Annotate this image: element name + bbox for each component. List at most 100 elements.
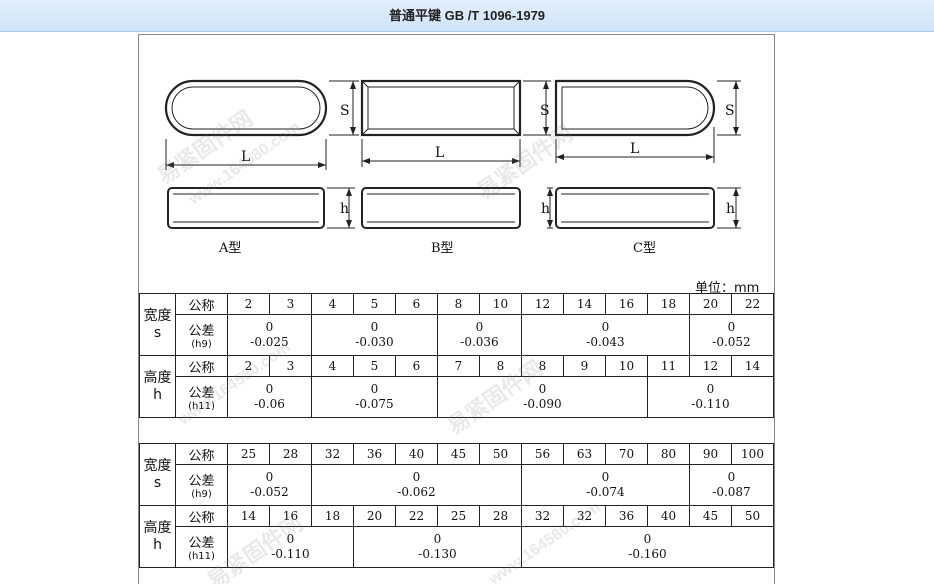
tolerance-cell: 0 -0.030	[311, 314, 438, 356]
table-cell: 8	[437, 293, 480, 315]
table-row: 宽度 s 公称 2 3 4 5 6 8 10 12 14 16 18 20 22	[139, 293, 774, 356]
dim-h-a: h	[340, 201, 349, 217]
dim-s-a: S	[340, 103, 350, 119]
tolerance-cell: 0 -0.130	[353, 526, 522, 568]
table-cell: 6	[395, 293, 438, 315]
height-h-label: 高度 h	[139, 505, 176, 568]
tolerance-cell: 0 -0.090	[437, 376, 648, 418]
table-cell: 40	[395, 443, 438, 465]
tolerance-cell: 0 -0.06	[227, 376, 312, 418]
tolerance-cell: 0 -0.087	[689, 464, 774, 506]
dim-l-c: L	[630, 141, 639, 157]
table-cell: 32	[311, 443, 354, 465]
table-cell: 18	[647, 293, 690, 315]
table-row: 公差 (h9) 0 -0.052 0 -0.062 0 -0.074 0 -0.087	[140, 464, 774, 506]
table-cell: 9	[563, 355, 606, 377]
table-row: 高度 h 公称 2 3 4 5 6 7 8 8 9 10 11 12 14	[139, 355, 774, 418]
table-cell: 25	[227, 443, 270, 465]
tolerance-cell: 0 -0.075	[311, 376, 438, 418]
tolerance-cell: 0 -0.025	[227, 314, 312, 356]
tolerance-cell: 0 -0.062	[311, 464, 522, 506]
table-cell: 50	[731, 505, 774, 527]
dim-h-b: h	[541, 201, 550, 217]
tolerance-cell: 0 -0.052	[227, 464, 312, 506]
table-cell: 45	[689, 505, 732, 527]
table-cell: 22	[731, 293, 774, 315]
tolerance-label: 公差 (h9)	[175, 464, 228, 506]
table-cell: 20	[689, 293, 732, 315]
table-row: 宽度 s 公称 25 28 32 36 40 45 50 56 63 70 80 …	[139, 443, 774, 506]
type-b-top-inner	[367, 86, 515, 130]
table-cell: 2	[227, 355, 270, 377]
table-cell: 12	[521, 293, 564, 315]
table-cell: 14	[563, 293, 606, 315]
table-cell: 100	[731, 443, 774, 465]
table-cell: 90	[689, 443, 732, 465]
table-cell: 10	[605, 355, 648, 377]
tolerance-cell: 0 -0.036	[437, 314, 522, 356]
tolerance-label: 公差 (h11)	[175, 376, 228, 418]
table-cell: 40	[647, 505, 690, 527]
table-cell: 28	[479, 505, 522, 527]
type-b-top-outline	[360, 79, 522, 137]
table-cell: 70	[605, 443, 648, 465]
nominal-label: 公称	[175, 505, 228, 527]
table-cell: 5	[353, 293, 396, 315]
tolerance-label: 公差 (h11)	[175, 526, 228, 568]
label-type-c: C型	[633, 241, 656, 256]
table-cell: 63	[563, 443, 606, 465]
table-cell: 36	[353, 443, 396, 465]
dim-s-c: S	[725, 103, 735, 119]
nominal-label: 公称	[175, 293, 228, 315]
tolerance-cell: 0 -0.110	[647, 376, 774, 418]
type-c-top-outline	[554, 79, 716, 137]
table-row: 公差 (h11) 0 -0.110 0 -0.130 0 -0.160	[140, 526, 774, 568]
table-cell: 6	[395, 355, 438, 377]
table-cell: 32	[563, 505, 606, 527]
table-cell: 11	[647, 355, 690, 377]
dim-s-b: S	[540, 103, 550, 119]
key-spec-sheet: S S S L L L h h h A型 B型 C型 单位：mm 宽度 s 公称 …	[138, 34, 775, 584]
table-cell: 45	[437, 443, 480, 465]
dim-h-c: h	[726, 201, 735, 217]
tolerance-cell: 0 -0.110	[227, 526, 354, 568]
dim-l-b: L	[435, 145, 444, 161]
table-cell: 16	[269, 505, 312, 527]
page-title: 普通平键 GB /T 1096-1979	[0, 0, 934, 32]
table-cell: 7	[437, 355, 480, 377]
key-drawing: S S S L L L h h h A型 B型 C型	[164, 79, 741, 256]
dim-l-a: L	[241, 149, 250, 165]
table-row: 公差 (h11) 0 -0.06 0 -0.075 0 -0.090 0 -0.110	[140, 376, 774, 418]
table-cell: 4	[311, 355, 354, 377]
table-cell: 25	[437, 505, 480, 527]
label-type-a: A型	[218, 241, 241, 256]
table-cell: 36	[605, 505, 648, 527]
table-cell: 80	[647, 443, 690, 465]
table-cell: 4	[311, 293, 354, 315]
tolerance-cell: 0 -0.160	[521, 526, 774, 568]
table-cell: 2	[227, 293, 270, 315]
tolerance-label: 公差 (h9)	[175, 314, 228, 356]
table-cell: 56	[521, 443, 564, 465]
table-row: 高度 h 公称 14 16 18 20 22 25 28 32 32 36 40 …	[139, 505, 774, 568]
width-s-label: 宽度 s	[139, 443, 176, 506]
table-cell: 3	[269, 355, 312, 377]
table-row: 公差 (h9) 0 -0.025 0 -0.030 0 -0.036 0 -0.043 0…	[140, 314, 774, 356]
tolerance-cell: 0 -0.043	[521, 314, 690, 356]
nominal-label: 公称	[175, 355, 228, 377]
type-c-top-inner	[561, 86, 709, 130]
table-cell: 18	[311, 505, 354, 527]
table-cell: 8	[479, 355, 522, 377]
table-cell: 20	[353, 505, 396, 527]
height-h-label: 高度 h	[139, 355, 176, 418]
table-cell: 8	[521, 355, 564, 377]
type-a-top-outline	[164, 79, 328, 137]
spec-table-1: 宽度 s 公称 2 3 4 5 6 8 10 12 14 16 18 20 22 …	[139, 293, 774, 418]
table-cell: 32	[521, 505, 564, 527]
table-cell: 14	[227, 505, 270, 527]
table-cell: 3	[269, 293, 312, 315]
nominal-label: 公称	[175, 443, 228, 465]
table-cell: 14	[731, 355, 774, 377]
table-cell: 50	[479, 443, 522, 465]
table-cell: 16	[605, 293, 648, 315]
